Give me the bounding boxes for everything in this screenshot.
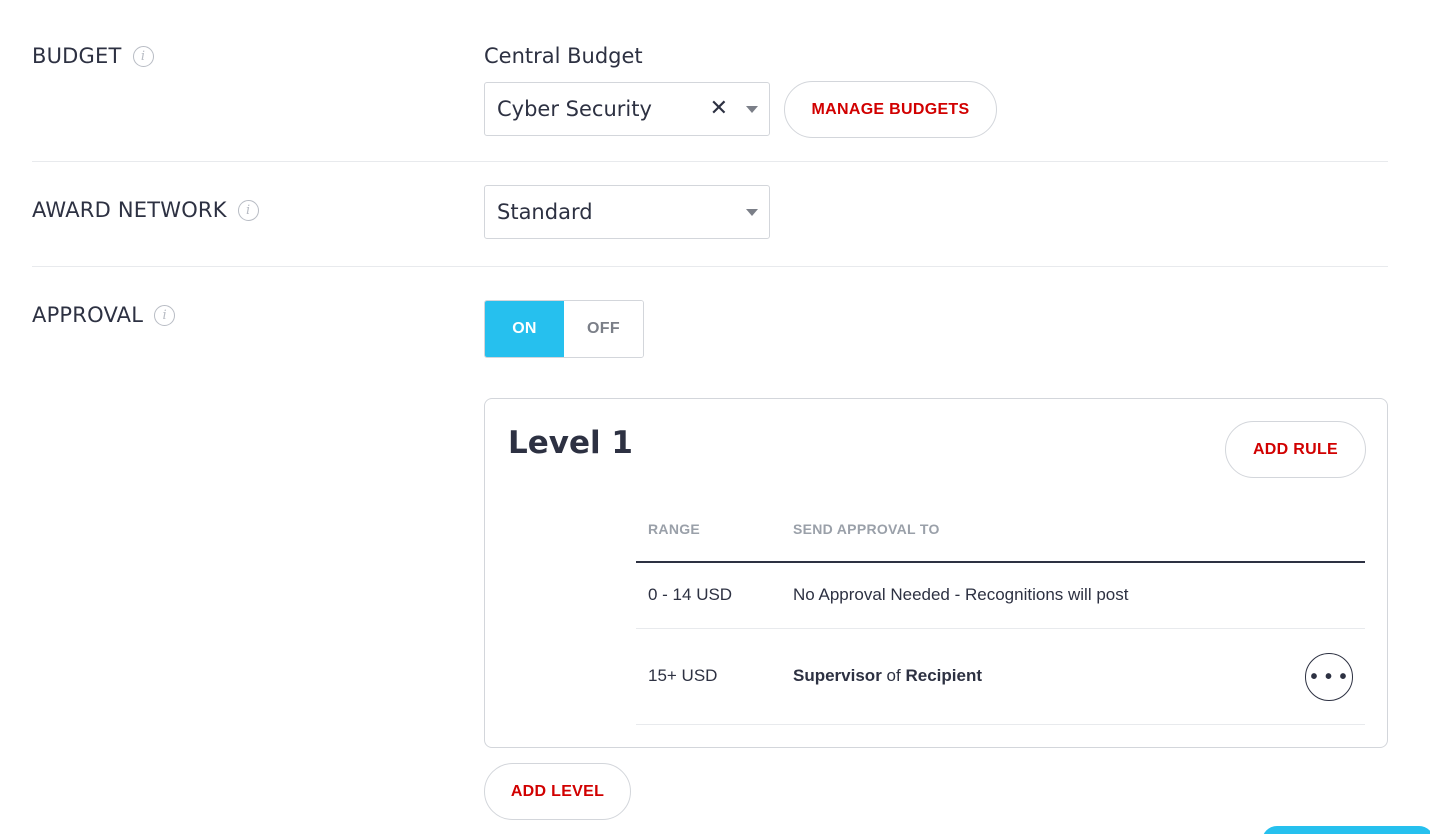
info-icon[interactable]: i <box>154 304 176 326</box>
award-network-label: AWARD NETWORK i <box>32 198 259 222</box>
table-cell-approval: Supervisor of Recipient <box>793 666 982 686</box>
table-cell-approval: No Approval Needed - Recognitions will p… <box>793 585 1129 604</box>
approver-connector: of <box>886 666 901 685</box>
level-title: Level 1 <box>508 425 633 461</box>
column-header-send-approval-to: SEND APPROVAL TO <box>793 521 940 537</box>
budget-select-value: Cyber Security <box>497 97 652 121</box>
more-icon[interactable]: • • • <box>1305 653 1353 701</box>
row-divider <box>636 628 1365 629</box>
column-header-range: RANGE <box>648 521 701 537</box>
divider <box>32 161 1388 162</box>
info-icon[interactable]: i <box>132 45 154 67</box>
approval-off-button[interactable]: OFF <box>564 301 643 357</box>
row-divider <box>636 724 1365 725</box>
primary-action-button[interactable] <box>1262 826 1430 834</box>
budget-select[interactable]: Cyber Security ✕ <box>484 82 770 136</box>
table-cell-range: 15+ USD <box>648 666 718 685</box>
table-header-divider <box>636 561 1365 563</box>
approver-role: Supervisor <box>793 666 882 685</box>
divider <box>32 266 1388 267</box>
award-network-select[interactable]: Standard <box>484 185 770 239</box>
level-card: Level 1 ADD RULE RANGE SEND APPROVAL TO … <box>484 398 1388 748</box>
budget-label: BUDGET i <box>32 44 154 68</box>
budget-caption: Central Budget <box>484 44 643 68</box>
approval-label: APPROVAL i <box>32 303 176 327</box>
caret-down-icon[interactable] <box>746 105 758 113</box>
approval-toggle: ON OFF <box>484 300 644 358</box>
info-icon[interactable]: i <box>237 199 259 221</box>
clear-icon[interactable]: ✕ <box>710 98 728 120</box>
award-network-select-value: Standard <box>497 200 593 224</box>
add-level-button[interactable]: ADD LEVEL <box>484 763 631 820</box>
table-cell-range: 0 - 14 USD <box>648 585 733 604</box>
add-rule-button[interactable]: ADD RULE <box>1225 421 1366 478</box>
approval-on-button[interactable]: ON <box>485 301 564 357</box>
approver-subject: Recipient <box>905 666 982 685</box>
manage-budgets-button[interactable]: MANAGE BUDGETS <box>784 81 997 138</box>
caret-down-icon[interactable] <box>746 208 758 216</box>
